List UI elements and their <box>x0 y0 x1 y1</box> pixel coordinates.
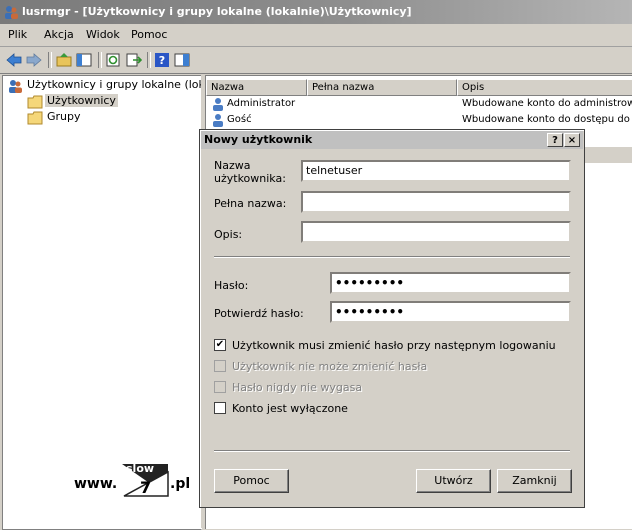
tree-item-label: Użytkownicy <box>45 94 118 107</box>
watermark-suffix: .pl <box>170 476 191 492</box>
help-dialog-button[interactable]: Pomoc <box>214 469 289 493</box>
show-hide-tree-icon[interactable] <box>75 51 93 69</box>
fullname-field[interactable] <box>301 191 571 213</box>
users-app-icon <box>5 6 18 19</box>
column-header-opis[interactable]: Opis <box>457 79 632 96</box>
toolbar-separator <box>98 52 102 68</box>
forward-arrow-icon[interactable] <box>25 51 43 69</box>
user-description: Wbudowane konto do administrowa <box>462 98 632 109</box>
help-icon[interactable]: ? <box>153 51 171 69</box>
help-button[interactable]: ? <box>547 133 563 147</box>
close-button[interactable]: Zamknij <box>497 469 572 493</box>
confirm-password-label: Potwierdź hasło: <box>214 307 304 320</box>
checkbox-label: Hasło nigdy nie wygasa <box>232 381 363 394</box>
user-name: Administrator <box>227 98 296 109</box>
tree-root[interactable]: Użytkownicy i grupy lokalne (lokalni <box>7 78 201 94</box>
password-label: Hasło: <box>214 279 249 292</box>
confirm-password-field[interactable]: ••••••••• <box>330 301 571 323</box>
password-field[interactable]: ••••••••• <box>330 272 571 294</box>
users-groups-icon <box>9 80 22 93</box>
svg-text:?: ? <box>159 54 165 67</box>
selected-row-highlight <box>581 147 632 163</box>
up-folder-icon[interactable] <box>55 51 73 69</box>
description-field[interactable] <box>301 221 571 243</box>
account-disabled-checkbox[interactable] <box>214 402 226 414</box>
cannot-change-password-checkbox <box>214 360 226 372</box>
watermark-logo: www. slow 7 .pl <box>74 462 204 506</box>
tree-item-label: Grupy <box>47 110 81 123</box>
username-field[interactable]: telnetuser <box>301 160 571 182</box>
watermark-digit: 7 <box>140 478 152 497</box>
column-header-pelna-nazwa[interactable]: Pełna nazwa <box>307 79 457 96</box>
separator <box>214 256 570 258</box>
user-description: Wbudowane konto do dostępu do k <box>462 114 632 125</box>
description-label: Opis: <box>214 228 243 241</box>
folder-icon <box>27 95 43 109</box>
tree-root-label: Użytkownicy i grupy lokalne (lokalni <box>27 78 201 91</box>
username-label: Nazwa użytkownika: <box>214 159 286 185</box>
watermark-top: slow <box>126 462 155 475</box>
user-icon <box>213 114 223 127</box>
password-never-expires-checkbox <box>214 381 226 393</box>
checkbox-label: Użytkownik nie może zmienić hasła <box>232 360 428 373</box>
toolbar-separator <box>48 52 52 68</box>
menu-akcja[interactable]: Akcja <box>44 28 74 41</box>
checkbox-label: Konto jest wyłączone <box>232 402 348 415</box>
separator <box>214 450 570 452</box>
properties-pane-icon[interactable] <box>173 51 191 69</box>
export-list-icon[interactable] <box>124 51 142 69</box>
toolbar: ? <box>0 47 632 74</box>
user-name: Gość <box>227 114 252 125</box>
must-change-password-checkbox[interactable]: ✔ <box>214 339 226 351</box>
fullname-label: Pełna nazwa: <box>214 197 287 210</box>
window-title: lusrmgr - [Użytkownicy i grupy lokalne (… <box>22 5 412 18</box>
list-item[interactable]: Gość Wbudowane konto do dostępu do k <box>206 112 632 128</box>
close-icon[interactable]: × <box>564 133 580 147</box>
folder-icon <box>27 111 43 125</box>
dialog-title: Nowy użytkownik <box>204 133 313 146</box>
column-header-nazwa[interactable]: Nazwa <box>206 79 307 96</box>
checkbox-label: Użytkownik musi zmienić hasło przy nastę… <box>232 339 556 352</box>
console-tree: Użytkownicy i grupy lokalne (lokalni Uży… <box>2 75 202 530</box>
dialog-titlebar[interactable]: Nowy użytkownik ? × <box>201 131 583 149</box>
window-titlebar[interactable]: lusrmgr - [Użytkownicy i grupy lokalne (… <box>0 0 632 24</box>
menubar: Plik Akcja Widok Pomoc <box>0 24 632 47</box>
watermark-prefix: www. <box>74 476 118 492</box>
menu-pomoc[interactable]: Pomoc <box>131 28 167 41</box>
menu-plik[interactable]: Plik <box>8 28 27 41</box>
user-icon <box>213 98 223 111</box>
toolbar-separator <box>147 52 151 68</box>
create-button[interactable]: Utwórz <box>416 469 491 493</box>
refresh-icon[interactable] <box>104 51 122 69</box>
back-arrow-icon[interactable] <box>5 51 23 69</box>
list-item[interactable]: Administrator Wbudowane konto do adminis… <box>206 96 632 112</box>
new-user-dialog: Nowy użytkownik ? × Nazwa użytkownika: t… <box>199 129 585 508</box>
menu-widok[interactable]: Widok <box>86 28 120 41</box>
